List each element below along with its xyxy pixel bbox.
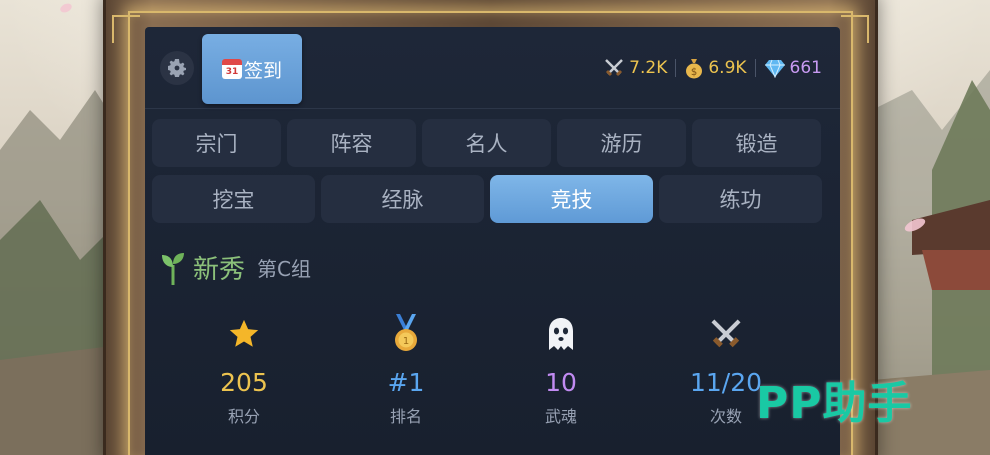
tabs-row-1: 宗门 阵容 名人 游历 锻造 bbox=[152, 119, 821, 167]
arena-stats: 205 积分 1 #1 排名 10 武魂 11/20 次数 bbox=[145, 312, 840, 442]
stat-soul-value: 10 bbox=[545, 368, 577, 397]
currency-power: 7.2K bbox=[603, 57, 667, 79]
watermark-logo: PP助手 bbox=[756, 378, 913, 429]
rank-header: 新秀 第C组 bbox=[159, 249, 311, 286]
crossed-swords-icon bbox=[711, 319, 741, 348]
currency-power-value: 7.2K bbox=[629, 58, 668, 78]
tab-forge[interactable]: 锻造 bbox=[692, 119, 821, 167]
stat-attempts-label: 次数 bbox=[709, 407, 742, 426]
stat-soul-label: 武魂 bbox=[544, 407, 577, 426]
top-bar: 31 签到 7.2K $ 6.9K 661 bbox=[145, 27, 840, 109]
currency-gold-value: 6.9K bbox=[708, 58, 747, 78]
stat-points: 205 积分 bbox=[184, 312, 304, 427]
sign-in-label: 签到 bbox=[243, 59, 282, 82]
star-icon bbox=[229, 319, 259, 347]
rank-group: 第C组 bbox=[257, 257, 311, 281]
sign-in-button[interactable]: 31 签到 bbox=[202, 34, 302, 104]
svg-text:$: $ bbox=[691, 67, 697, 78]
tab-sect[interactable]: 宗门 bbox=[152, 119, 281, 167]
stat-points-value: 205 bbox=[220, 368, 268, 397]
arena-panel: 31 签到 7.2K $ 6.9K 661 宗门 阵容 名人 游历 锻造 挖宝 … bbox=[145, 27, 840, 455]
currency-diamond-value: 661 bbox=[789, 58, 822, 78]
tab-travel[interactable]: 游历 bbox=[557, 119, 686, 167]
tabs-row-2: 挖宝 经脉 竞技 练功 bbox=[152, 175, 822, 223]
settings-button[interactable] bbox=[160, 51, 194, 85]
currency-gold: $ 6.9K bbox=[684, 57, 747, 79]
tab-arena[interactable]: 竞技 bbox=[490, 175, 653, 223]
medal-icon: 1 bbox=[395, 314, 417, 351]
rank-title: 新秀 bbox=[193, 255, 246, 285]
calendar-icon: 31 bbox=[221, 59, 242, 79]
tab-training[interactable]: 练功 bbox=[659, 175, 822, 223]
gear-icon bbox=[168, 59, 186, 77]
stat-rank-value: #1 bbox=[387, 368, 425, 397]
tab-meridians[interactable]: 经脉 bbox=[321, 175, 484, 223]
svg-text:1: 1 bbox=[403, 336, 409, 347]
stat-attempts-value: 11/20 bbox=[689, 368, 763, 397]
stat-soul: 10 武魂 bbox=[501, 312, 621, 427]
diamond-icon bbox=[764, 59, 785, 78]
currency-diamond: 661 bbox=[764, 58, 822, 78]
stat-rank-label: 排名 bbox=[389, 407, 422, 426]
currency-bar: 7.2K $ 6.9K 661 bbox=[603, 57, 822, 79]
stat-points-label: 积分 bbox=[227, 407, 260, 426]
sprout-icon bbox=[162, 252, 184, 285]
ghost-icon bbox=[549, 318, 573, 350]
tab-treasure[interactable]: 挖宝 bbox=[152, 175, 315, 223]
stat-rank: 1 #1 排名 bbox=[346, 312, 466, 427]
tab-formation[interactable]: 阵容 bbox=[287, 119, 416, 167]
tab-celebrities[interactable]: 名人 bbox=[422, 119, 551, 167]
crossed-swords-icon bbox=[605, 59, 624, 77]
money-bag-icon: $ bbox=[686, 59, 703, 79]
mountains-left bbox=[0, 90, 120, 455]
